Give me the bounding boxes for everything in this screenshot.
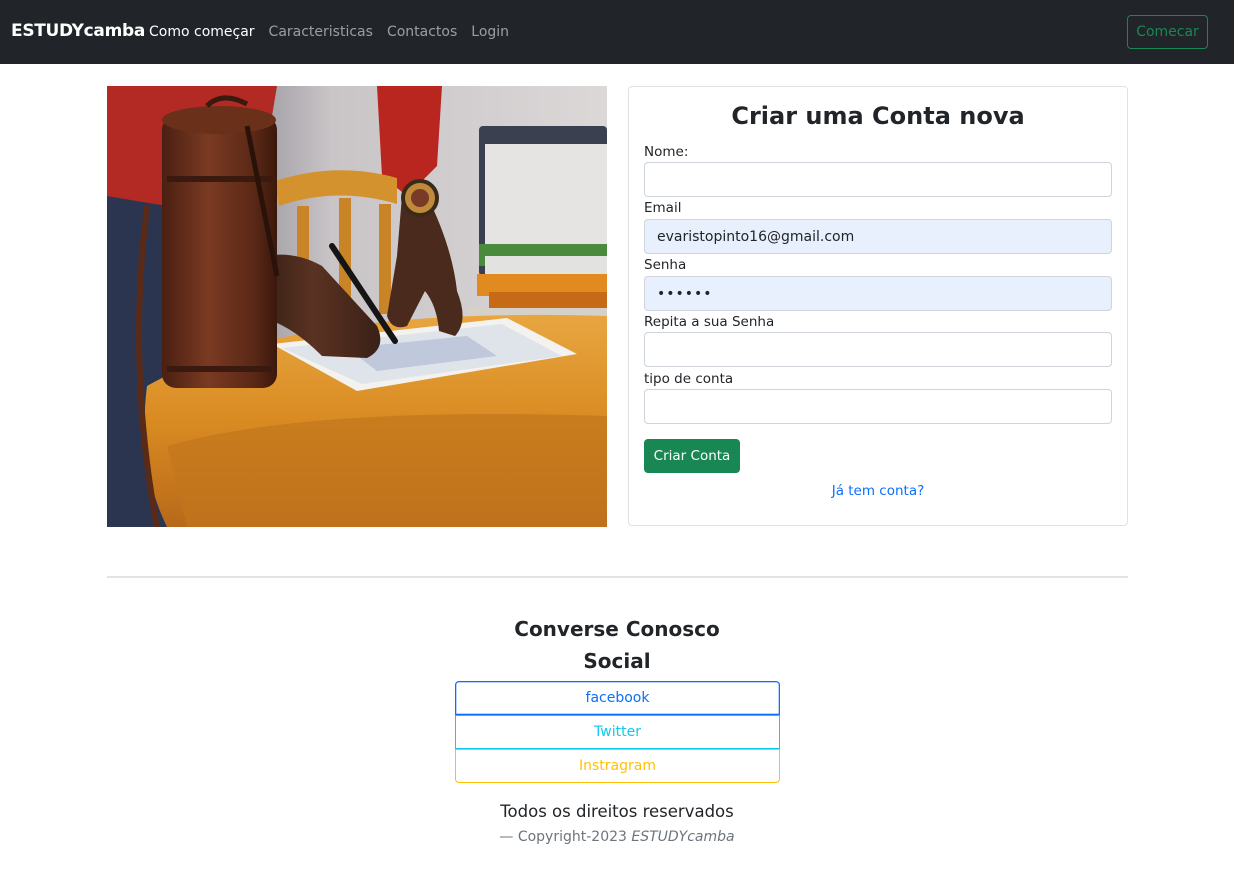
email-input[interactable]: evaristopinto16@gmail.com [644,219,1112,254]
password-label: Senha [644,257,687,273]
copyright-prefix: — Copyright-2023 [499,829,627,845]
twitter-link[interactable]: Twitter [455,715,780,749]
navbar: ESTUDYcamba Como começar Caracteristicas… [0,0,1234,64]
rights-text: Todos os direitos reservados [500,802,734,821]
create-account-button[interactable]: Criar Conta [644,439,740,473]
nav-link-caracteristicas[interactable]: Caracteristicas [269,24,373,40]
password-input[interactable]: •••••• [644,276,1112,311]
repeat-password-label: Repita a sua Senha [644,314,775,330]
nav-link-contactos[interactable]: Contactos [387,24,457,40]
section-divider [107,576,1128,578]
copyright-brand: ESTUDYcamba [631,829,735,845]
nav-link-como-comecar[interactable]: Como começar [149,24,255,40]
hero-photo [107,86,607,527]
email-label: Email [644,200,682,216]
account-type-input[interactable] [644,389,1112,424]
name-label: Nome: [644,144,689,160]
start-button[interactable]: Comecar [1127,15,1208,49]
nav-link-login[interactable]: Login [471,24,509,40]
social-heading: Social [583,649,651,673]
copyright-text: — Copyright-2023 ESTUDYcamba [0,829,1234,845]
brand-logo[interactable]: ESTUDYcamba [11,21,145,41]
facebook-link[interactable]: facebook [455,681,780,715]
account-type-label: tipo de conta [644,371,734,387]
instagram-link[interactable]: Instragram [455,749,780,783]
already-have-account-link[interactable]: Já tem conta? [628,483,1128,499]
repeat-password-input[interactable] [644,332,1112,367]
nav-links: Como começar Caracteristicas Contactos L… [149,24,509,40]
form-title: Criar uma Conta nova [731,102,1025,130]
footer-heading: Converse Conosco [514,617,720,641]
name-input[interactable] [644,162,1112,197]
